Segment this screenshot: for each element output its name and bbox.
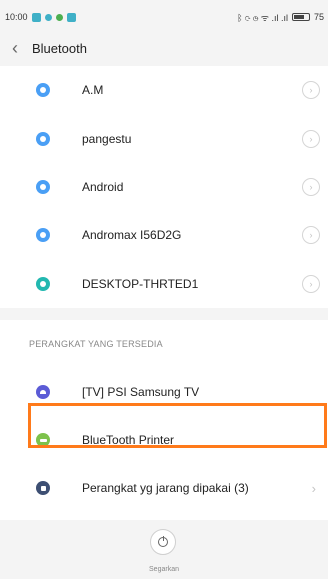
page-title: Bluetooth <box>32 40 87 56</box>
refresh-label: Segarkan <box>149 566 179 573</box>
status-time: 10:00 <box>5 12 28 22</box>
bluetooth-device-icon <box>36 131 50 146</box>
chevron-right-icon: › <box>311 480 316 496</box>
bluetooth-device-icon <box>36 179 50 194</box>
device-detail-icon[interactable]: › <box>302 129 320 148</box>
header: ‹ Bluetooth <box>0 34 328 62</box>
device-name: DESKTOP-THRTED1 <box>82 276 199 291</box>
computer-device-icon <box>36 276 50 291</box>
device-detail-icon[interactable]: › <box>302 177 320 196</box>
paired-device-row[interactable]: DESKTOP-THRTED1 › <box>0 260 328 308</box>
back-icon[interactable]: ‹ <box>12 39 26 57</box>
paired-device-row[interactable]: pangestu › <box>0 114 328 162</box>
device-detail-icon[interactable]: › <box>302 226 320 245</box>
status-left: 10:00 <box>5 12 76 22</box>
paired-device-row[interactable]: A.M › <box>0 66 328 114</box>
bluetooth-device-icon <box>36 228 50 243</box>
printer-icon <box>36 433 50 447</box>
paired-device-row[interactable]: Android › <box>0 163 328 211</box>
device-name: BlueTooth Printer <box>82 433 175 447</box>
device-icon <box>36 481 50 495</box>
available-device-row[interactable]: BlueTooth Printer <box>0 416 328 464</box>
available-section-header: PERANGKAT YANG TERSEDIA <box>0 320 328 368</box>
battery-icon <box>291 13 310 21</box>
notification-icon <box>55 13 63 21</box>
device-name: pangestu <box>82 131 132 146</box>
bluetooth-device-icon <box>36 83 50 98</box>
section-label: PERANGKAT YANG TERSEDIA <box>29 339 163 349</box>
paired-device-row[interactable]: Andromax I56D2G › <box>0 211 328 259</box>
status-bar: 10:00 ᛒ ⟳ ◷ ᯤ .ıl .ıl 75 <box>0 0 328 34</box>
notification-icon <box>31 12 41 22</box>
device-name: Perangkat yg jarang dipakai (3) <box>82 481 249 495</box>
power-refresh-icon <box>158 536 168 547</box>
available-device-row[interactable]: [TV] PSI Samsung TV <box>0 368 328 416</box>
paired-devices-list: A.M › pangestu › Android › Andromax I56D… <box>0 66 328 308</box>
device-name: [TV] PSI Samsung TV <box>82 385 200 399</box>
available-devices-list: PERANGKAT YANG TERSEDIA [TV] PSI Samsung… <box>0 320 328 520</box>
device-name: Andromax I56D2G <box>82 228 182 243</box>
notification-icon <box>66 12 76 22</box>
battery-level-text: 75 <box>313 12 324 22</box>
device-detail-icon[interactable]: › <box>302 81 320 100</box>
status-indicators: ᛒ ⟳ ◷ ᯤ .ıl .ıl <box>237 12 288 23</box>
tv-icon <box>36 385 50 399</box>
device-detail-icon[interactable]: › <box>302 274 320 293</box>
notification-icon <box>44 13 52 21</box>
refresh-button[interactable] <box>150 529 176 555</box>
battery-fill <box>293 15 305 19</box>
device-name: Android <box>82 179 124 194</box>
rarely-used-devices-row[interactable]: Perangkat yg jarang dipakai (3) › <box>0 464 328 512</box>
status-right: ᛒ ⟳ ◷ ᯤ .ıl .ıl 75 <box>237 11 324 24</box>
device-name: A.M <box>82 83 104 98</box>
